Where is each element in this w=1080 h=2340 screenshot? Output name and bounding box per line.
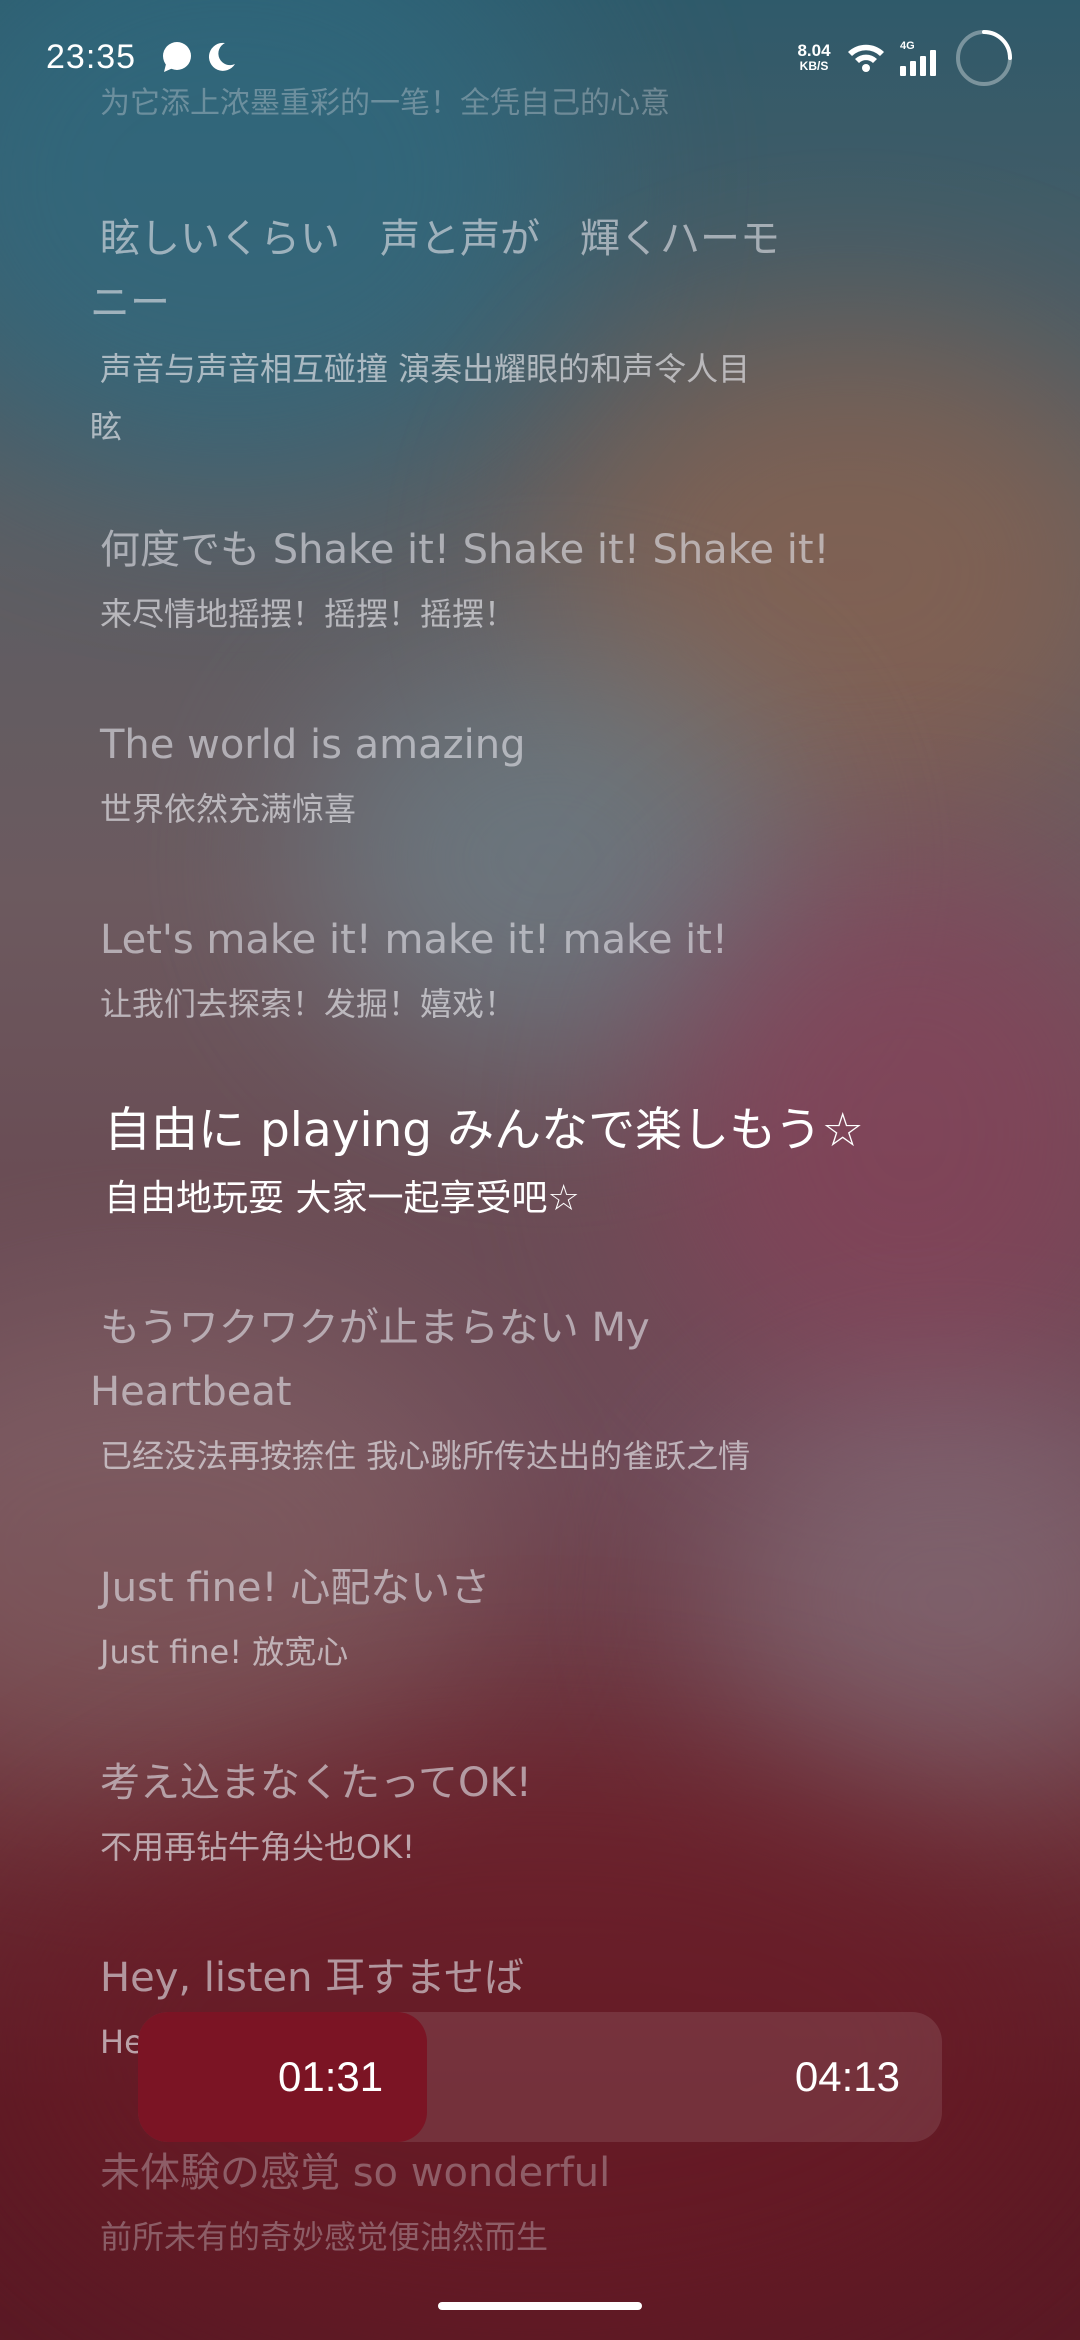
lyric-line[interactable]: 未体験の感覚 so wonderful 前所未有的奇妙感觉便油然而生 [100, 2141, 900, 2269]
lyric-original: 眩しいくらい 声と声が 輝くハーモ [100, 216, 780, 262]
current-time: 01:31 [278, 2053, 384, 2100]
lyric-translation: Just fine! 放宽心 [100, 1633, 349, 1671]
lyric-line-active[interactable]: 自由に playing みんなで楽しもう☆ 自由地玩耍 大家一起享受吧☆ [104, 1096, 984, 1232]
total-time: 04:13 [794, 2053, 900, 2100]
lyric-line[interactable]: The world is amazing 世界依然充满惊喜 [100, 713, 900, 841]
lyric-original: もうワクワクが止まらない My [100, 1305, 650, 1351]
lyric-original: Just fine! 心配ないさ [100, 1565, 491, 1611]
lyrics-list[interactable]: 为它添上浓墨重彩的一笔！全凭自己的心意 眩しいくらい 声と声が 輝くハーモ ニー… [0, 0, 1080, 2340]
lyric-translation: 已经没法再按捺住 我心跳所传达出的雀跃之情 [100, 1437, 751, 1475]
lyric-translation: 让我们去探索！发掘！嬉戏！ [100, 985, 517, 1023]
lyric-line[interactable]: Let's make it! make it! make it! 让我们去探索！… [100, 908, 900, 1036]
status-bar: 23:35 8.04 KB/S 4G [0, 0, 1080, 120]
lyric-original: Let's make it! make it! make it! [100, 917, 728, 963]
lyric-original-continued: Heartbeat [90, 1369, 292, 1415]
lyric-line[interactable]: 何度でも Shake it! Shake it! Shake it! 来尽情地摇… [100, 518, 900, 646]
home-indicator[interactable] [438, 2302, 642, 2310]
lyric-line[interactable]: Just fine! 心配ないさ Just fine! 放宽心 [100, 1556, 900, 1684]
lyric-line[interactable]: 眩しいくらい 声と声が 輝くハーモ ニー 声音与声音相互碰撞 演奏出耀眼的和声令… [90, 207, 900, 459]
status-time: 23:35 [46, 38, 137, 76]
lyric-original: 自由に playing みんなで楽しもう☆ [104, 1103, 864, 1158]
lyric-translation: 来尽情地摇摆！摇摆！摇摆！ [100, 595, 517, 633]
chat-bubble-icon [163, 42, 191, 72]
moon-icon [208, 42, 235, 71]
lyric-line[interactable]: 考え込まなくたってOK! 不用再钻牛角尖也OK! [100, 1751, 900, 1879]
loading-ring-icon [956, 30, 1012, 86]
wifi-icon [848, 44, 884, 72]
cell-signal-icon [900, 50, 936, 76]
lyric-original: The world is amazing [100, 722, 526, 768]
lyric-original-continued: ニー [90, 280, 170, 326]
playback-progress-bar[interactable]: 01:31 04:13 [138, 2012, 942, 2142]
network-speed: 8.04 KB/S [797, 41, 831, 73]
lyric-translation: 前所未有的奇妙感觉便油然而生 [100, 2218, 549, 2256]
lyric-line[interactable]: もうワクワクが止まらない My Heartbeat 已经没法再按捺住 我心跳所传… [90, 1296, 900, 1488]
lyric-translation: 声音与声音相互碰撞 演奏出耀眼的和声令人目 [100, 350, 751, 388]
lyric-translation: 不用再钻牛角尖也OK! [100, 1828, 416, 1866]
lyric-original: Hey, listen 耳すませば [100, 1955, 525, 2001]
lyric-original: 考え込まなくたってOK! [100, 1760, 532, 1806]
lyric-translation: 自由地玩耍 大家一起享受吧☆ [104, 1178, 580, 1219]
lyric-translation-continued: 眩 [90, 408, 123, 446]
lyric-original: 何度でも Shake it! Shake it! Shake it! [100, 527, 830, 573]
lyric-translation: 世界依然充满惊喜 [100, 790, 357, 828]
lyric-original: 未体験の感覚 so wonderful [100, 2150, 611, 2196]
